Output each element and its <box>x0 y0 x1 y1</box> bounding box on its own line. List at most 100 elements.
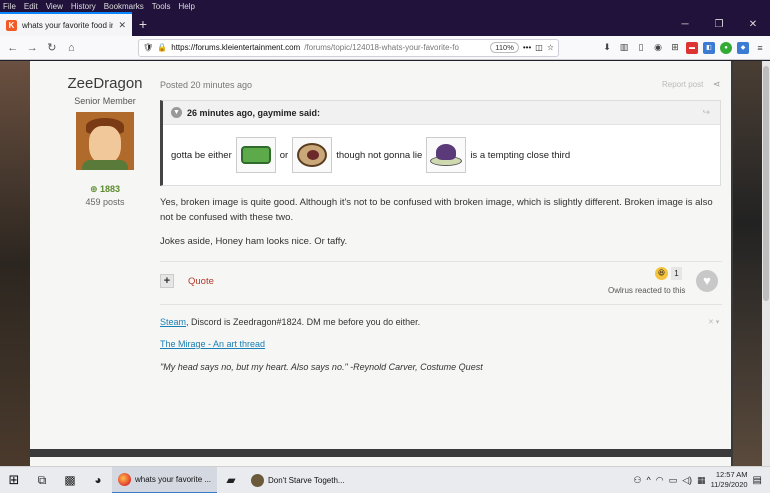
menu-edit[interactable]: Edit <box>24 2 38 11</box>
quote-button[interactable]: Quote <box>188 276 214 287</box>
posted-time[interactable]: Posted 20 minutes ago <box>160 80 252 90</box>
sandwich-emoji <box>292 137 333 173</box>
sidebar-icon[interactable]: ▯ <box>635 42 647 54</box>
volume-icon[interactable]: ◁) <box>682 475 692 486</box>
menu-tools[interactable]: Tools <box>152 2 171 11</box>
menu-file[interactable]: File <box>3 2 16 11</box>
toolbar-icons: ⬇ ▥ ▯ ◉ ⊞ ▬ ◧ ● ◆ ≡ <box>601 41 766 54</box>
task-view-icon[interactable]: ⧉ <box>28 467 56 493</box>
menu-history[interactable]: History <box>71 2 96 11</box>
back-icon[interactable]: ← <box>4 39 22 57</box>
scrollbar-thumb[interactable] <box>763 66 769 301</box>
extension-grid-icon[interactable]: ⊞ <box>669 42 681 54</box>
reaction-summary[interactable]: 😆 1 <box>655 267 682 280</box>
taskbar-firefox[interactable]: whats your favorite ... <box>112 466 218 493</box>
laugh-emoji-icon: 😆 <box>655 267 668 280</box>
close-tab-icon[interactable]: ✕ <box>118 20 126 31</box>
quote-header: ▼ 26 minutes ago, gaymime said: ↪ <box>163 101 720 125</box>
food-pile <box>436 144 457 160</box>
reputation-count: 1883 <box>100 184 121 194</box>
divider <box>160 304 722 305</box>
avatar[interactable] <box>76 112 134 170</box>
plus-circle-icon: ⊕ <box>89 184 100 194</box>
quote-citation[interactable]: 26 minutes ago, gaymime said: <box>187 108 320 118</box>
url-bar[interactable]: 🛡 🔒 https://forums.kleientertainment.com… <box>138 38 560 57</box>
clock-date: 11/29/2020 <box>710 480 748 489</box>
food-icon <box>430 142 463 168</box>
menu-view[interactable]: View <box>46 2 63 11</box>
author-name[interactable]: ZeeDragon <box>45 75 165 92</box>
page-viewport: ZeeDragon Senior Member ⊕ 1883 459 posts… <box>0 61 770 466</box>
share-icon[interactable]: ⋖ <box>713 79 721 90</box>
url-domain: https://forums.kleientertainment.com <box>171 43 301 52</box>
signature-line: Steam, Discord is Zeedragon#1824. DM me … <box>160 317 420 327</box>
extension-blue-icon[interactable]: ◧ <box>703 41 716 54</box>
art-thread-link[interactable]: The Mirage - An art thread <box>160 339 265 349</box>
quote-text: or <box>279 149 289 161</box>
battery-icon[interactable]: ▭ <box>669 475 678 486</box>
signature-collapse-icon[interactable]: ✕ ▾ <box>708 318 719 326</box>
forward-icon[interactable]: → <box>24 39 42 57</box>
multiquote-button[interactable]: + <box>160 274 174 288</box>
extension-green-icon[interactable]: ● <box>720 41 733 54</box>
tab-strip: K whats your favorite food in ter ✕ + ─ … <box>0 12 770 36</box>
home-icon[interactable]: ⌂ <box>63 39 81 57</box>
author-panel: ZeeDragon Senior Member ⊕ 1883 459 posts <box>45 75 165 207</box>
page-actions-icon[interactable]: ••• <box>523 43 531 52</box>
wifi-icon[interactable]: ◠ <box>656 475 664 486</box>
dont-starve-icon <box>251 473 265 487</box>
pocket-icon[interactable]: ◫ <box>535 43 543 52</box>
notifications-icon[interactable]: ▤ <box>753 475 762 486</box>
minimize-icon[interactable]: ─ <box>668 12 702 36</box>
post-count: 459 posts <box>85 197 125 207</box>
avatar-face <box>89 126 121 164</box>
lock-icon[interactable]: 🔒 <box>157 43 167 52</box>
post-paragraph: Jokes aside, Honey ham looks nice. Or ta… <box>160 236 348 247</box>
restore-icon[interactable]: ❐ <box>702 12 736 36</box>
url-path: /forums/topic/124018-whats-your-favorite… <box>304 43 459 52</box>
windows-start-icon[interactable]: ⊞ <box>0 467 28 493</box>
reacted-by-text[interactable]: Owlrus reacted to this <box>608 286 685 295</box>
reload-icon[interactable]: ↻ <box>43 39 61 57</box>
chevron-down-icon[interactable]: ▼ <box>171 107 182 118</box>
extension-red-icon[interactable]: ▬ <box>686 41 699 54</box>
download-icon[interactable]: ⬇ <box>601 42 613 54</box>
quote-block: ▼ 26 minutes ago, gaymime said: ↪ gotta … <box>160 100 721 186</box>
signature-line: The Mirage - An art thread <box>160 339 265 349</box>
library-icon[interactable]: ▥ <box>618 42 630 54</box>
forum-post: ZeeDragon Senior Member ⊕ 1883 459 posts… <box>30 61 731 449</box>
bookmark-star-icon[interactable]: ☆ <box>547 43 554 52</box>
quote-share-icon[interactable]: ↪ <box>702 107 710 118</box>
report-post-link[interactable]: Report post <box>662 80 703 89</box>
food-icon <box>297 143 328 167</box>
shield-icon[interactable]: 🛡 <box>143 43 153 52</box>
food-icon <box>240 146 271 164</box>
new-tab-button[interactable]: + <box>132 12 154 36</box>
menu-bookmarks[interactable]: Bookmarks <box>104 2 144 11</box>
file-explorer-icon[interactable]: ▰ <box>217 467 245 493</box>
close-window-icon[interactable]: ✕ <box>736 12 770 36</box>
nav-bar: ← → ↻ ⌂ 🛡 🔒 https://forums.kleientertain… <box>0 36 770 60</box>
taskbar-dont-starve[interactable]: Don't Starve Togeth... <box>245 467 351 493</box>
scrollbar[interactable] <box>762 61 770 466</box>
clock-time: 12:57 AM <box>715 470 748 479</box>
account-icon[interactable]: ◉ <box>652 42 664 54</box>
discord-icon[interactable]: ◕ <box>84 467 112 493</box>
zoom-indicator[interactable]: 110% <box>490 42 519 53</box>
menu-hamburger-icon[interactable]: ≡ <box>754 42 766 54</box>
browser-tab[interactable]: K whats your favorite food in ter ✕ <box>0 12 132 36</box>
taskbar-firefox-label: whats your favorite ... <box>135 474 212 484</box>
signature-quote: "My head says no, but my heart. Also say… <box>160 362 483 372</box>
tray-chevron-icon[interactable]: ^ <box>647 475 651 485</box>
network-icon[interactable]: ▦ <box>697 475 706 486</box>
person-icon[interactable]: ⚇ <box>633 475 641 486</box>
minecraft-icon[interactable]: ▩ <box>56 467 84 493</box>
green-food-emoji <box>235 137 276 173</box>
menu-help[interactable]: Help <box>178 2 194 11</box>
window-controls: ─ ❐ ✕ <box>668 12 770 36</box>
clock[interactable]: 12:57 AM 11/29/2020 <box>711 470 748 490</box>
tab-title: whats your favorite food in ter <box>22 20 114 30</box>
steam-link[interactable]: Steam <box>160 317 186 327</box>
extension-badge-icon[interactable]: ◆ <box>737 41 750 54</box>
heart-react-icon[interactable]: ♥ <box>696 270 718 292</box>
